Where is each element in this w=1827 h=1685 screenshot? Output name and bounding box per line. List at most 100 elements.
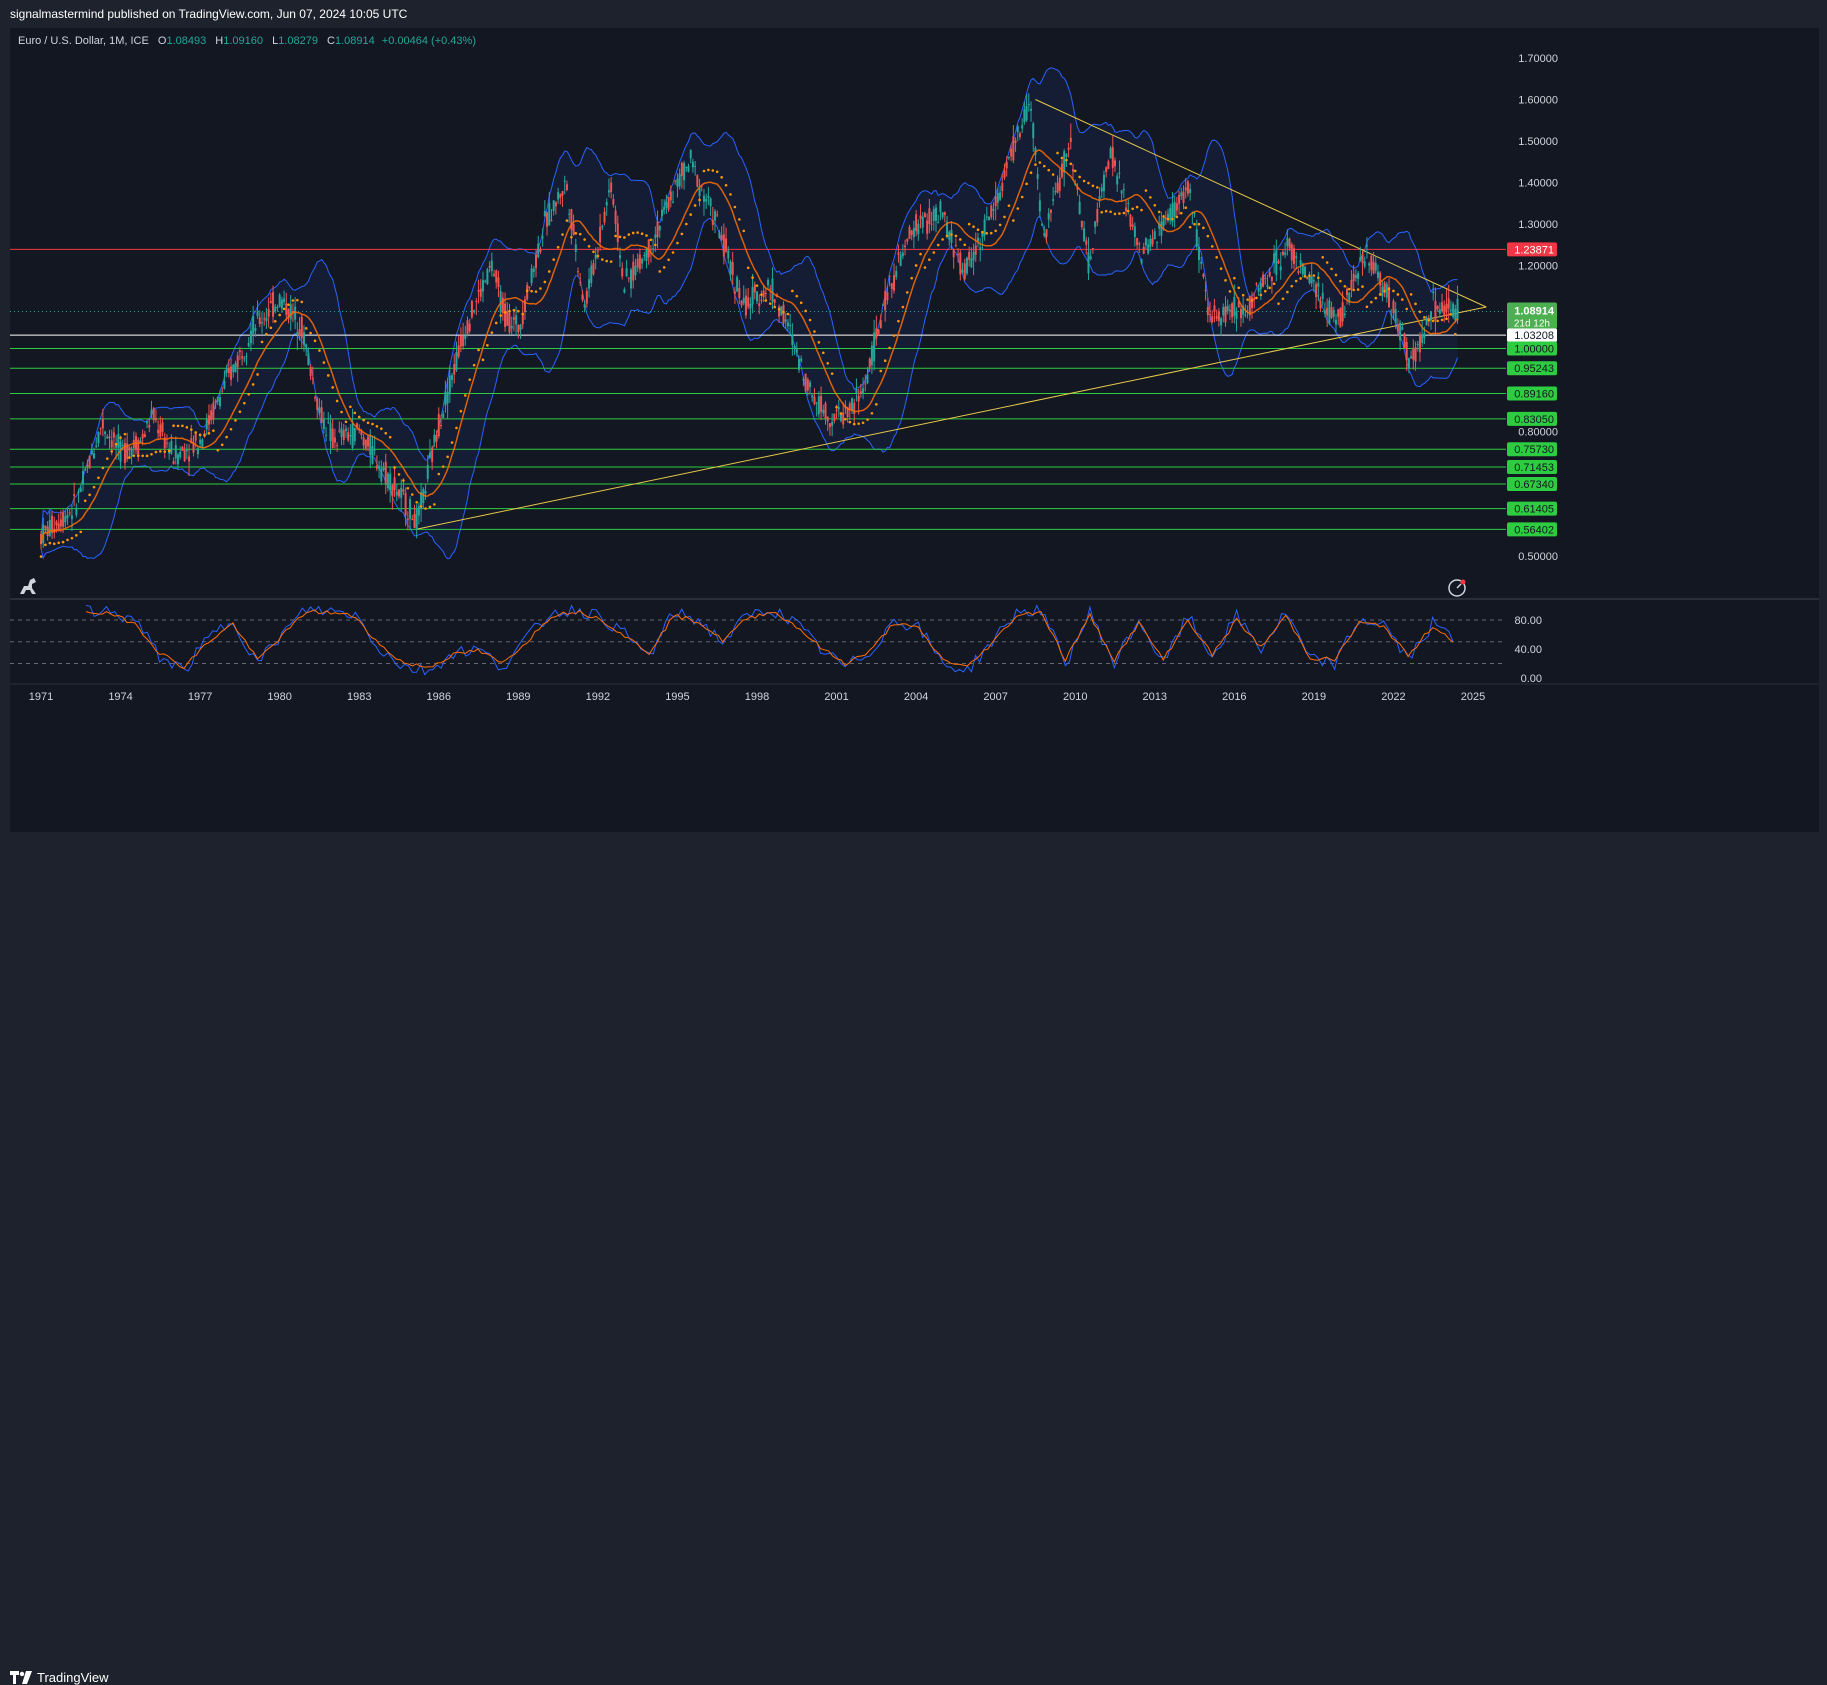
candle-body — [55, 521, 58, 526]
sar-dot — [1431, 319, 1435, 323]
candle-body — [1111, 146, 1114, 168]
sar-dot — [1259, 293, 1263, 297]
sar-dot — [543, 280, 547, 284]
sar-dot — [508, 309, 511, 313]
sar-dot — [1149, 196, 1152, 199]
candle-body — [1213, 305, 1216, 312]
candle-body — [539, 248, 542, 253]
sar-dot — [450, 441, 454, 444]
sar-dot — [66, 538, 69, 542]
candle-body — [1169, 208, 1172, 221]
sar-dot — [1436, 319, 1439, 323]
sar-dot — [667, 258, 670, 262]
candle-body — [831, 421, 834, 426]
candle-body — [594, 254, 597, 259]
candle-body — [157, 429, 160, 434]
candle-body — [274, 306, 277, 311]
sar-dot — [406, 486, 410, 490]
sar-dot — [1312, 274, 1316, 277]
candle-body — [702, 195, 705, 202]
symbol-name[interactable]: Euro / U.S. Dollar, 1M, ICE — [18, 35, 149, 47]
candle-body — [767, 280, 770, 286]
publisher-line: signalmastermind published on TradingVie… — [10, 7, 408, 21]
candle-body — [935, 207, 937, 221]
candle-body — [1087, 252, 1090, 274]
sar-dot — [207, 432, 211, 435]
candle-body — [207, 415, 210, 425]
sar-dot — [335, 399, 339, 403]
candle-body — [1162, 217, 1165, 227]
candle-body — [811, 394, 814, 398]
candle-body — [1094, 221, 1097, 228]
candle-body — [866, 374, 869, 383]
sar-dot — [1091, 184, 1095, 188]
sar-dot — [477, 348, 480, 352]
candle-body — [877, 329, 880, 335]
sar-dot — [1025, 182, 1028, 186]
sar-dot — [1224, 279, 1227, 282]
candle-body — [311, 378, 314, 380]
sar-dot — [380, 427, 383, 430]
candle-body — [1410, 356, 1413, 359]
open-value: 1.08493 — [166, 35, 207, 47]
sar-dot — [415, 500, 418, 504]
candle-body — [645, 249, 648, 261]
sar-dot — [609, 260, 613, 263]
sar-dot — [981, 230, 984, 234]
chart-canvas[interactable]: 1.70000 1.60000 1.50000 1.40000 1.30000 1.200… — [10, 28, 1819, 832]
candle-body — [1147, 244, 1150, 254]
tradingview-logo[interactable]: TradingView — [10, 1670, 109, 1685]
candle-body — [517, 325, 520, 333]
candle-body — [150, 409, 153, 415]
candle-body — [181, 446, 184, 452]
candle-body — [254, 327, 257, 331]
time-tick-label: 1977 — [188, 691, 212, 703]
candle-body — [1116, 175, 1119, 185]
sar-dot — [1113, 212, 1117, 216]
sar-dot — [1034, 163, 1037, 166]
candle-body — [1102, 174, 1105, 192]
candle-body — [687, 166, 690, 172]
chart-frame[interactable]: 1.70000 1.60000 1.50000 1.40000 1.30000 1.200… — [10, 28, 1819, 832]
candle-body — [1049, 209, 1052, 213]
candle-body — [1014, 140, 1017, 143]
candle-body — [952, 250, 955, 258]
candle-body — [444, 391, 447, 406]
candle-body — [948, 231, 951, 240]
candle-body — [1045, 229, 1048, 237]
candle-body — [607, 190, 610, 193]
sar-dot — [1082, 179, 1086, 183]
candle-body — [331, 428, 334, 449]
candle-body — [1065, 153, 1068, 157]
candle-body — [592, 263, 595, 275]
candle-body — [667, 196, 670, 210]
sar-dot — [419, 504, 423, 508]
sar-dot — [1277, 302, 1280, 305]
candle-body — [490, 260, 493, 271]
sar-dot — [1405, 307, 1409, 311]
sar-dot — [340, 410, 343, 414]
sar-dot — [517, 309, 520, 313]
sar-dot — [1056, 151, 1059, 155]
candle-body — [179, 451, 182, 458]
sar-dot — [1290, 284, 1294, 288]
candle-body — [1421, 334, 1424, 343]
candle-body — [391, 485, 394, 497]
candle-body — [1175, 203, 1178, 211]
candle-body — [64, 516, 67, 523]
candle-body — [652, 248, 655, 250]
candle-body — [1357, 273, 1360, 279]
sar-dot — [494, 321, 498, 325]
time-tick-label: 1983 — [347, 691, 371, 703]
candle-body — [857, 395, 860, 402]
sar-dot — [1184, 206, 1188, 209]
sar-dot — [1202, 226, 1205, 230]
sar-dot — [1339, 279, 1342, 283]
sar-dot — [919, 252, 922, 256]
candle-body — [243, 358, 246, 360]
sar-dot — [724, 183, 728, 187]
candle-body — [1038, 200, 1041, 212]
level-badge-text: 1.03208 — [1514, 330, 1554, 342]
candle-body — [172, 461, 175, 464]
sar-dot — [1449, 313, 1453, 316]
